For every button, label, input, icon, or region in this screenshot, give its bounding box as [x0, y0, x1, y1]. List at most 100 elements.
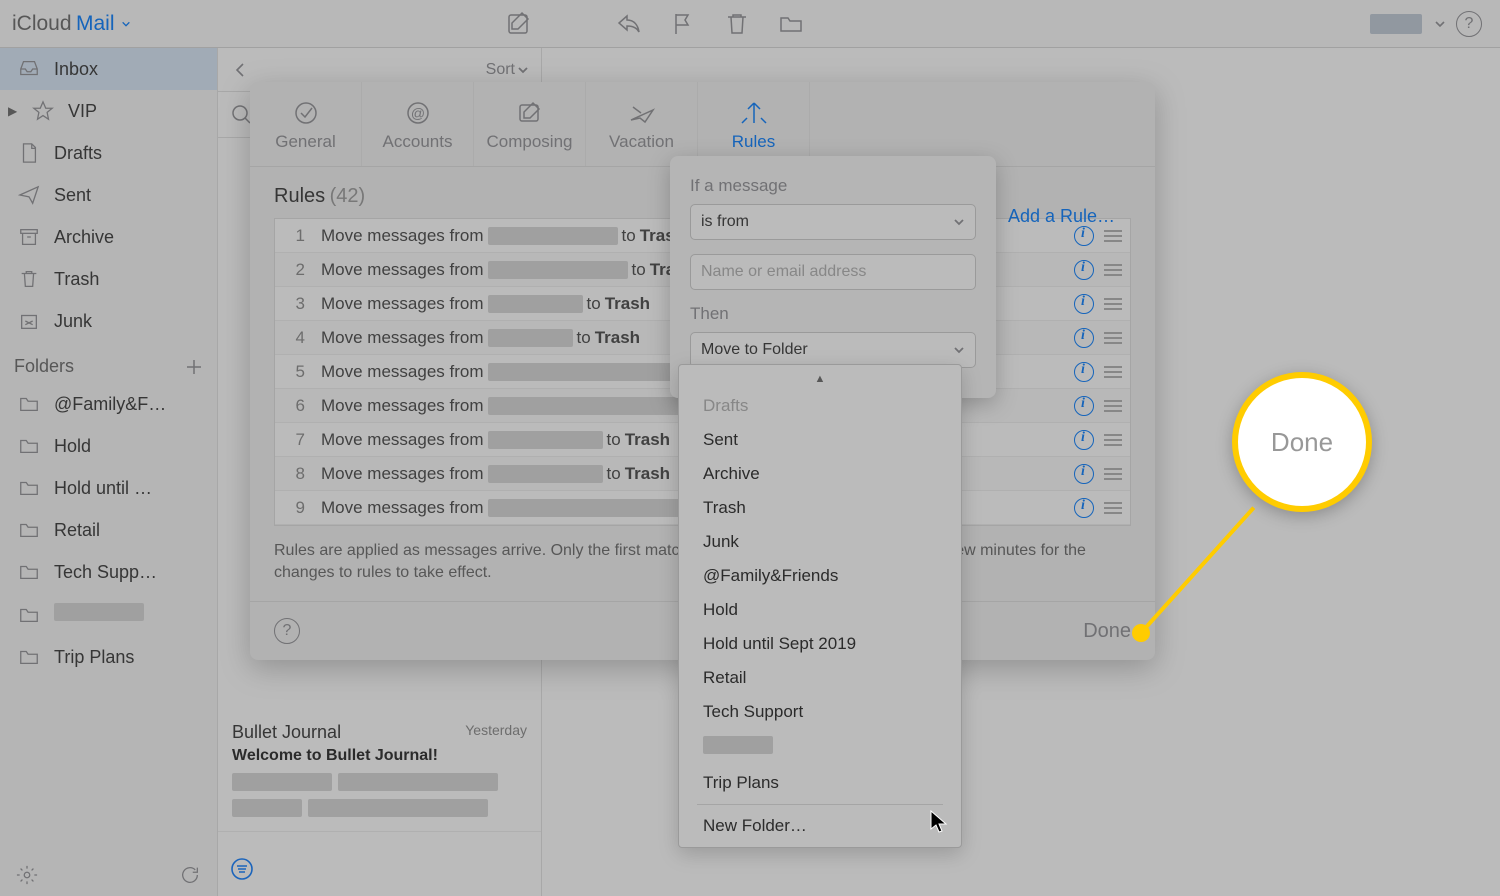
- sidebar-item-inbox[interactable]: Inbox: [0, 48, 217, 90]
- user-chevron-icon[interactable]: [1434, 18, 1446, 30]
- tab-vacation[interactable]: Vacation: [586, 82, 698, 166]
- sidebar-item-drafts[interactable]: Drafts: [0, 132, 217, 174]
- reorder-grip-icon[interactable]: [1104, 227, 1122, 245]
- sidebar-item-junk[interactable]: Junk: [0, 300, 217, 342]
- scroll-up-icon[interactable]: ▲: [679, 373, 961, 389]
- folder-menu-item[interactable]: [679, 729, 961, 766]
- info-icon[interactable]: [1074, 396, 1094, 416]
- folder-menu-item[interactable]: Trash: [679, 491, 961, 525]
- move-folder-icon[interactable]: [778, 11, 804, 37]
- reorder-grip-icon[interactable]: [1104, 397, 1122, 415]
- tab-composing[interactable]: Composing: [474, 82, 586, 166]
- info-icon[interactable]: [1074, 430, 1094, 450]
- trash-icon[interactable]: [724, 11, 750, 37]
- refresh-icon[interactable]: [179, 864, 201, 886]
- label: Junk: [54, 311, 92, 332]
- folder-menu-item[interactable]: Archive: [679, 457, 961, 491]
- sidebar-folder-item[interactable]: Trip Plans: [0, 636, 217, 678]
- address-input[interactable]: [690, 254, 976, 290]
- tab-general[interactable]: General: [250, 82, 362, 166]
- if-label: If a message: [690, 176, 976, 196]
- gear-icon[interactable]: [16, 864, 38, 886]
- folder-menu-item[interactable]: Hold: [679, 593, 961, 627]
- folder-menu-item[interactable]: Retail: [679, 661, 961, 695]
- sidebar-folder-item[interactable]: [0, 593, 217, 636]
- folder-label: Trip Plans: [54, 647, 134, 668]
- tab-accounts[interactable]: @Accounts: [362, 82, 474, 166]
- rules-title: Rules: [274, 185, 325, 207]
- label: Drafts: [54, 143, 102, 164]
- flag-icon[interactable]: [670, 11, 696, 37]
- sidebar-item-vip[interactable]: ▶ VIP: [0, 90, 217, 132]
- sort-button[interactable]: Sort: [486, 61, 529, 79]
- reorder-grip-icon[interactable]: [1104, 363, 1122, 381]
- chevron-down-icon[interactable]: [121, 19, 131, 29]
- info-icon[interactable]: [1074, 260, 1094, 280]
- folder-dropdown[interactable]: ▲ DraftsSentArchiveTrashJunk@Family&Frie…: [678, 364, 962, 848]
- reorder-grip-icon[interactable]: [1104, 431, 1122, 449]
- new-folder-item[interactable]: New Folder…: [679, 809, 961, 843]
- condition-value: is from: [701, 213, 749, 231]
- sidebar-item-trash[interactable]: Trash: [0, 258, 217, 300]
- reorder-grip-icon[interactable]: [1104, 499, 1122, 517]
- message-card[interactable]: Bullet Journal Yesterday Welcome to Bull…: [218, 708, 541, 832]
- reorder-grip-icon[interactable]: [1104, 295, 1122, 313]
- info-icon[interactable]: [1074, 464, 1094, 484]
- info-icon[interactable]: [1074, 226, 1094, 246]
- sidebar-folder-item[interactable]: Hold until …: [0, 467, 217, 509]
- folder-label: @Family&F…: [54, 394, 166, 415]
- sidebar-item-sent[interactable]: Sent: [0, 174, 217, 216]
- reply-icon[interactable]: [616, 11, 642, 37]
- help-icon[interactable]: ?: [1456, 11, 1482, 37]
- document-icon: [18, 142, 40, 164]
- cursor-icon: [930, 810, 948, 834]
- rule-editor-popover: If a message is from Then Move to Folder: [670, 156, 996, 398]
- info-icon[interactable]: [1074, 362, 1094, 382]
- sidebar-folder-item[interactable]: @Family&F…: [0, 383, 217, 425]
- folder-menu-item[interactable]: Trip Plans: [679, 766, 961, 800]
- filter-icon[interactable]: [230, 857, 254, 881]
- folder-menu-item: Drafts: [679, 389, 961, 423]
- archive-icon: [18, 226, 40, 248]
- label: Archive: [54, 227, 114, 248]
- star-icon: [32, 100, 54, 122]
- done-button[interactable]: Done: [1083, 620, 1131, 643]
- disclosure-icon[interactable]: ▶: [8, 104, 18, 118]
- sidebar-folder-item[interactable]: Retail: [0, 509, 217, 551]
- add-rule-link[interactable]: Add a Rule…: [1008, 206, 1115, 227]
- info-icon[interactable]: [1074, 294, 1094, 314]
- folders-label: Folders: [14, 356, 74, 377]
- add-folder-icon[interactable]: [185, 358, 203, 376]
- user-name-block[interactable]: [1370, 14, 1422, 34]
- chevron-down-icon: [953, 344, 965, 356]
- chevron-down-icon: [517, 64, 529, 76]
- rules-count: (42): [330, 185, 366, 207]
- folder-label: Hold until …: [54, 478, 152, 499]
- tab-rules[interactable]: Rules: [698, 82, 810, 166]
- folder-menu-item[interactable]: Hold until Sept 2019: [679, 627, 961, 661]
- modal-help-icon[interactable]: ?: [274, 618, 300, 644]
- reorder-grip-icon[interactable]: [1104, 261, 1122, 279]
- folder-label: [54, 603, 144, 626]
- folder-menu-item[interactable]: Sent: [679, 423, 961, 457]
- folder-icon: [18, 646, 40, 668]
- app-title[interactable]: iCloud Mail: [12, 12, 115, 36]
- info-icon[interactable]: [1074, 498, 1094, 518]
- sidebar-folder-item[interactable]: Tech Supp…: [0, 551, 217, 593]
- action-value: Move to Folder: [701, 341, 808, 359]
- back-icon[interactable]: [230, 60, 250, 80]
- reorder-grip-icon[interactable]: [1104, 329, 1122, 347]
- mail-label: Mail: [76, 12, 115, 35]
- sidebar-folder-item[interactable]: Hold: [0, 425, 217, 467]
- folder-menu-item[interactable]: @Family&Friends: [679, 559, 961, 593]
- folder-menu-item[interactable]: Tech Support: [679, 695, 961, 729]
- sidebar-item-archive[interactable]: Archive: [0, 216, 217, 258]
- label: VIP: [68, 101, 97, 122]
- info-icon[interactable]: [1074, 328, 1094, 348]
- condition-select[interactable]: is from: [690, 204, 976, 240]
- reorder-grip-icon[interactable]: [1104, 465, 1122, 483]
- compose-icon[interactable]: [506, 11, 532, 37]
- folder-menu-item[interactable]: Junk: [679, 525, 961, 559]
- then-label: Then: [690, 304, 976, 324]
- action-select[interactable]: Move to Folder: [690, 332, 976, 368]
